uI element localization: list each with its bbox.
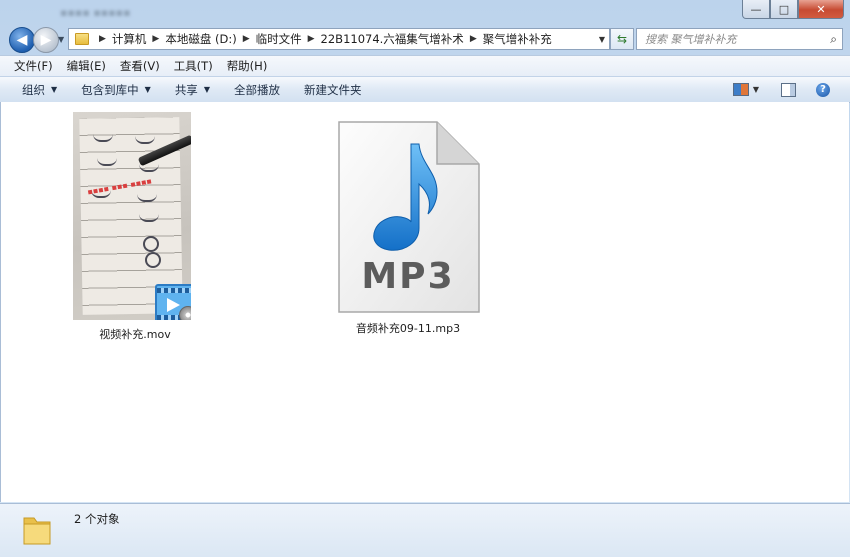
title-bar: ▪▪▪▪ ▪▪▪▪▪ — □ ✕ xyxy=(0,0,850,24)
forward-arrow-icon: ▶ xyxy=(40,32,52,48)
file-name-video[interactable]: 视频补充.mov xyxy=(73,326,197,342)
menu-tools[interactable]: 工具(T) xyxy=(167,58,220,74)
help-icon[interactable]: ? xyxy=(816,82,830,97)
maximize-button[interactable]: □ xyxy=(770,0,798,19)
search-input[interactable]: 搜索 聚气增补补充 xyxy=(645,31,737,47)
folder-icon xyxy=(23,517,51,545)
new-folder-button[interactable]: 新建文件夹 xyxy=(292,82,374,98)
navigation-row: ◀ ▶ ▼ ▶ 计算机 ▶ 本地磁盘 (D:) ▶ 临时文件 ▶ 22B1107… xyxy=(0,26,850,53)
file-name-audio[interactable]: 音频补充09-11.mp3 xyxy=(333,320,483,336)
play-all-button[interactable]: 全部播放 xyxy=(222,82,292,98)
include-in-library-button[interactable]: 包含到库中 ▼ xyxy=(69,82,163,98)
play-icon xyxy=(167,298,180,312)
handwriting-circle xyxy=(145,252,161,268)
change-view-icon[interactable] xyxy=(732,83,749,96)
file-list-view[interactable]: ▪▪▪▪ ▪▪▪ ▪▪▪▪ 视频补充.mov MP3 音频补充09-11.mp3 xyxy=(0,102,849,502)
organize-button[interactable]: 组织 ▼ xyxy=(10,82,69,98)
address-bar[interactable]: ▶ 计算机 ▶ 本地磁盘 (D:) ▶ 临时文件 ▶ 22B11074.六福集气… xyxy=(68,28,610,50)
include-in-library-label: 包含到库中 xyxy=(81,82,139,97)
handwriting-circle xyxy=(143,236,159,252)
chevron-right-icon[interactable]: ▶ xyxy=(152,34,159,44)
address-history-dropdown[interactable]: ▼ xyxy=(599,35,605,44)
play-all-label: 全部播放 xyxy=(233,82,280,97)
forward-button[interactable]: ▶ xyxy=(33,27,59,53)
video-badge-icon xyxy=(155,284,191,320)
window-title-blurred: ▪▪▪▪ ▪▪▪▪▪ xyxy=(60,6,131,19)
share-label: 共享 xyxy=(174,82,198,97)
file-item-audio[interactable]: MP3 音频补充09-11.mp3 xyxy=(333,118,483,336)
chevron-down-icon: ▼ xyxy=(203,85,210,94)
command-bar-right: ▼ ? xyxy=(732,77,850,102)
breadcrumb-temp-files[interactable]: 临时文件 xyxy=(256,31,302,47)
breadcrumb-current-folder[interactable]: 聚气增补补充 xyxy=(483,31,552,47)
disc-icon xyxy=(179,306,191,320)
search-icon[interactable]: ⌕ xyxy=(830,32,837,47)
preview-pane-icon[interactable] xyxy=(781,82,796,97)
menu-file[interactable]: 文件(F) xyxy=(7,58,60,74)
close-button[interactable]: ✕ xyxy=(798,0,844,19)
folder-icon xyxy=(75,33,89,45)
menu-bar: 文件(F) 编辑(E) 查看(V) 工具(T) 帮助(H) xyxy=(0,55,850,76)
new-folder-label: 新建文件夹 xyxy=(303,82,362,97)
window-controls: — □ ✕ xyxy=(742,0,844,19)
organize-label: 组织 xyxy=(22,82,45,97)
back-button[interactable]: ◀ xyxy=(9,27,35,53)
view-options-dropdown[interactable]: ▼ xyxy=(753,85,759,94)
chevron-right-icon[interactable]: ▶ xyxy=(243,34,250,44)
refresh-icon: ⇆ xyxy=(616,32,628,46)
chevron-right-icon[interactable]: ▶ xyxy=(470,34,477,44)
film-strip xyxy=(157,288,191,293)
search-box[interactable]: 搜索 聚气增补补充 ⌕ xyxy=(636,28,843,50)
recent-pages-dropdown[interactable]: ▼ xyxy=(58,35,64,44)
video-thumbnail-icon: ▪▪▪▪ ▪▪▪ ▪▪▪▪ xyxy=(73,112,191,320)
share-button[interactable]: 共享 ▼ xyxy=(163,82,222,98)
chevron-down-icon: ▼ xyxy=(51,85,58,94)
chevron-down-icon: ▼ xyxy=(144,85,151,94)
explorer-window: ▪▪▪▪ ▪▪▪▪▪ — □ ✕ ◀ ▶ ▼ ▶ 计算机 ▶ 本地磁盘 (D:)… xyxy=(0,0,850,557)
minimize-button[interactable]: — xyxy=(742,0,770,19)
item-count: 2 个对象 xyxy=(74,512,120,526)
breadcrumb-computer[interactable]: 计算机 xyxy=(112,31,147,47)
menu-edit[interactable]: 编辑(E) xyxy=(60,58,113,74)
mp3-badge-text: MP3 xyxy=(361,256,455,297)
status-bar: 2 个对象 xyxy=(0,503,850,557)
chevron-right-icon[interactable]: ▶ xyxy=(99,34,106,44)
menu-help[interactable]: 帮助(H) xyxy=(220,58,275,74)
breadcrumb-drive-d[interactable]: 本地磁盘 (D:) xyxy=(165,31,236,47)
mp3-file-icon: MP3 xyxy=(333,118,483,314)
file-item-video[interactable]: ▪▪▪▪ ▪▪▪ ▪▪▪▪ 视频补充.mov xyxy=(73,112,197,342)
refresh-button[interactable]: ⇆ xyxy=(610,28,634,50)
back-arrow-icon: ◀ xyxy=(16,32,28,48)
menu-view[interactable]: 查看(V) xyxy=(113,58,167,74)
breadcrumb-course-folder[interactable]: 22B11074.六福集气增补术 xyxy=(321,31,464,47)
chevron-right-icon[interactable]: ▶ xyxy=(308,34,315,44)
command-bar: 组织 ▼ 包含到库中 ▼ 共享 ▼ 全部播放 新建文件夹 ▼ ? xyxy=(0,76,850,103)
